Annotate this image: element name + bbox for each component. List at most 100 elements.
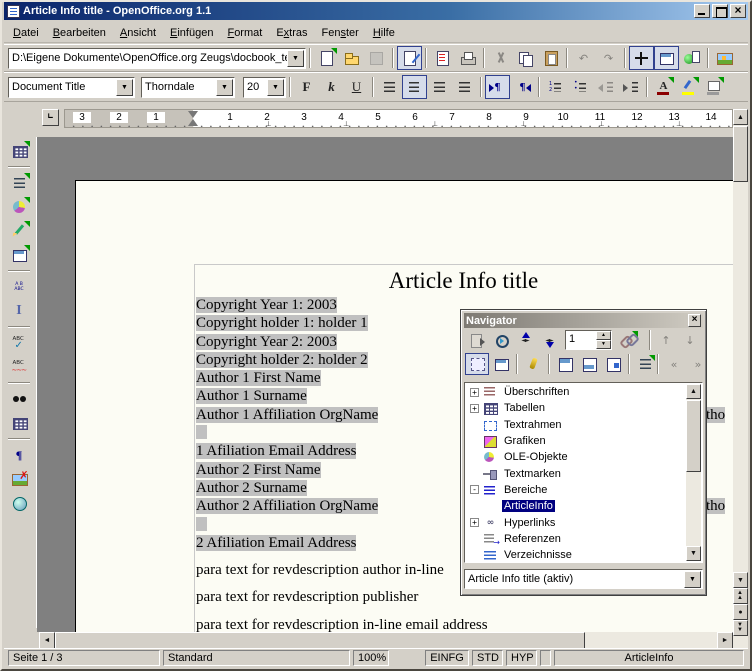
chevron-down-icon[interactable]: ▼	[216, 79, 233, 96]
content-view-button[interactable]	[489, 353, 513, 375]
status-zoom[interactable]: 100%	[353, 650, 389, 666]
insert-object-button[interactable]	[7, 195, 32, 219]
expander-icon[interactable]: +	[470, 388, 479, 397]
previous-button[interactable]	[513, 329, 537, 351]
bold-button[interactable]: F	[294, 75, 319, 99]
tree-item-referenzen[interactable]: Referenzen	[466, 531, 686, 547]
menu-extras[interactable]: Extras	[269, 25, 314, 41]
drag-mode-button[interactable]	[616, 329, 640, 351]
left-to-right-button[interactable]: ¶	[485, 75, 510, 99]
scrollbar-thumb[interactable]	[733, 126, 748, 182]
direct-cursor-button[interactable]: I	[7, 299, 32, 323]
document-heading[interactable]: Article Info title	[194, 268, 733, 294]
tab-type-selector[interactable]: ∟	[42, 109, 59, 126]
bullets-button[interactable]	[568, 75, 593, 99]
scrollbar-thumb[interactable]	[55, 632, 585, 649]
scroll-down-icon[interactable]: ▼	[686, 546, 701, 561]
document-line[interactable]: para text for revdescription in-line ema…	[196, 617, 733, 632]
decrease-indent-button[interactable]	[593, 75, 618, 99]
horizontal-ruler[interactable]: 123 1234567891011121314	[64, 109, 733, 128]
tab-stop-marker[interactable]	[265, 120, 273, 128]
spellcheck-button[interactable]	[7, 331, 32, 355]
scroll-up-icon[interactable]: ▲	[733, 109, 748, 125]
new-document-button[interactable]	[314, 46, 339, 70]
menu-ansicht[interactable]: Ansicht	[113, 25, 163, 41]
footer-button[interactable]	[577, 353, 601, 375]
tree-item-ueberschriften[interactable]: +Überschriften	[466, 384, 686, 400]
list-box-toggle-button[interactable]	[465, 353, 489, 375]
chevron-down-icon[interactable]: ▼	[684, 571, 701, 588]
tree-item-hyperlinks[interactable]: +Hyperlinks	[466, 514, 686, 530]
tree-item-bereiche[interactable]: -Bereiche	[466, 482, 686, 498]
online-layout-button[interactable]	[7, 491, 32, 515]
doc-fragment[interactable]: tho	[706, 407, 733, 424]
menu-einfuegen[interactable]: Einfügen	[163, 25, 220, 41]
demote-level-button[interactable]: »	[686, 353, 710, 375]
autotext-button[interactable]	[7, 275, 32, 299]
tree-item-verzeichnisse[interactable]: Verzeichnisse	[466, 547, 686, 563]
spin-up-icon[interactable]: ▲	[596, 331, 611, 340]
title-bar[interactable]: Article Info title - OpenOffice.org 1.1	[4, 2, 748, 20]
autospellcheck-button[interactable]	[7, 355, 32, 379]
redo-button[interactable]: ↷	[596, 46, 621, 70]
expander-icon[interactable]: +	[470, 518, 479, 527]
italic-button[interactable]: k	[319, 75, 344, 99]
navigator-button[interactable]	[629, 46, 654, 70]
print-button[interactable]	[455, 46, 480, 70]
align-right-button[interactable]	[427, 75, 452, 99]
copy-button[interactable]	[513, 46, 538, 70]
cut-button[interactable]	[488, 46, 513, 70]
numbering-button[interactable]	[543, 75, 568, 99]
paste-button[interactable]	[538, 46, 563, 70]
expander-icon[interactable]: +	[470, 404, 479, 413]
insert-fields-button[interactable]	[7, 171, 32, 195]
next-page-icon[interactable]: ▼▼	[733, 620, 748, 636]
tab-stop-marker[interactable]	[598, 120, 606, 128]
find-replace-button[interactable]	[7, 387, 32, 411]
doc-fragment[interactable]: tho	[706, 498, 733, 515]
font-size-combobox[interactable]: 20 ▼	[243, 77, 286, 98]
scrollbar-thumb[interactable]	[686, 400, 701, 472]
paragraph-background-button[interactable]	[701, 75, 726, 99]
vertical-scrollbar[interactable]: ▲ ▼ ▲▲ ● ▼▼	[733, 109, 748, 650]
scroll-right-icon[interactable]: ►	[717, 632, 733, 649]
promote-chapter-button[interactable]: ↑	[654, 329, 678, 351]
toggle-button[interactable]	[465, 329, 489, 351]
menu-datei[interactable]: Datei	[6, 25, 46, 41]
scroll-up-icon[interactable]: ▲	[686, 384, 701, 399]
scroll-down-icon[interactable]: ▼	[733, 572, 748, 588]
maximize-button[interactable]	[712, 4, 728, 18]
align-justify-button[interactable]	[452, 75, 477, 99]
gallery-button[interactable]	[712, 46, 737, 70]
tree-item-textmarken[interactable]: Textmarken	[466, 465, 686, 481]
nonprinting-characters-button[interactable]: ¶	[7, 443, 32, 467]
navigator-document-combobox[interactable]: Article Info title (aktiv) ▼	[464, 569, 703, 589]
heading-levels-button[interactable]	[633, 353, 657, 375]
tab-stop-marker[interactable]	[676, 120, 684, 128]
graphics-toggle-button[interactable]	[7, 467, 32, 491]
insert-table-button[interactable]	[7, 139, 32, 163]
form-functions-button[interactable]	[7, 243, 32, 267]
navigator-close-icon[interactable]: ×	[688, 314, 701, 327]
save-button[interactable]	[364, 46, 389, 70]
undo-button[interactable]: ↶	[571, 46, 596, 70]
tree-item-textrahmen[interactable]: Textrahmen	[466, 417, 686, 433]
expander-icon[interactable]: -	[470, 485, 479, 494]
underline-button[interactable]: U	[344, 75, 369, 99]
tree-item-tabellen[interactable]: +Tabellen	[466, 400, 686, 416]
align-left-button[interactable]	[377, 75, 402, 99]
menu-hilfe[interactable]: Hilfe	[366, 25, 402, 41]
edit-file-button[interactable]	[397, 46, 422, 70]
export-pdf-button[interactable]	[430, 46, 455, 70]
chevron-down-icon[interactable]: ▼	[116, 79, 133, 96]
tab-stop-marker[interactable]	[432, 120, 440, 128]
url-combobox[interactable]: D:\Eigene Dokumente\OpenOffice.org Zeugs…	[8, 48, 306, 69]
tree-item-ole-objekte[interactable]: OLE-Objekte	[466, 449, 686, 465]
menu-bearbeiten[interactable]: Bearbeiten	[46, 25, 113, 41]
stylist-button[interactable]	[654, 46, 679, 70]
navigator-title-bar[interactable]: Navigator ×	[464, 313, 703, 328]
tab-stop-marker[interactable]	[343, 120, 351, 128]
spin-down-icon[interactable]: ▼	[596, 340, 611, 349]
font-color-button[interactable]: A	[651, 75, 676, 99]
set-reminder-button[interactable]	[521, 353, 545, 375]
